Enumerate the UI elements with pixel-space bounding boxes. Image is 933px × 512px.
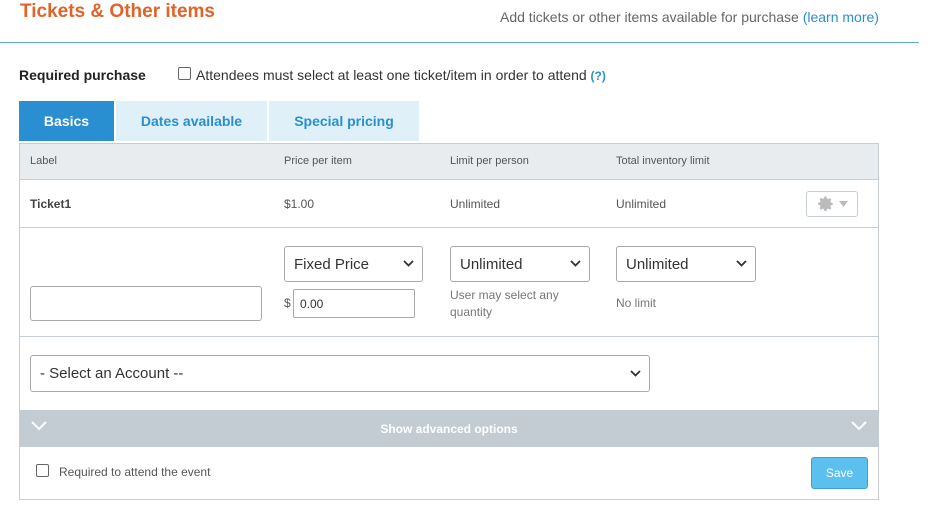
chevron-down-icon xyxy=(736,260,747,267)
tab-dates-available[interactable]: Dates available xyxy=(116,101,267,141)
advanced-options-toggle[interactable]: Show advanced options xyxy=(20,410,878,447)
save-button[interactable]: Save xyxy=(811,457,868,489)
inventory-hint: No limit xyxy=(616,296,657,310)
subtitle-text: Add tickets or other items available for… xyxy=(500,9,799,25)
page-subtitle: Add tickets or other items available for… xyxy=(500,9,879,25)
column-header-label: Label xyxy=(30,155,57,167)
ticket-inventory-cell: Unlimited xyxy=(616,197,667,211)
required-purchase-label: Required purchase xyxy=(19,67,146,83)
caret-down-icon xyxy=(838,201,848,207)
row-actions-button[interactable] xyxy=(806,191,858,217)
chevron-down-icon xyxy=(31,421,47,431)
limit-per-person-value: Unlimited xyxy=(460,255,523,273)
ticket-label-cell[interactable]: Ticket1 xyxy=(30,197,71,211)
chevron-down-icon xyxy=(630,369,641,377)
required-to-attend-label: Required to attend the event xyxy=(59,465,211,479)
ticket-limit-cell: Unlimited xyxy=(450,197,501,211)
price-input[interactable]: 0.00 xyxy=(293,289,415,318)
column-header-inventory: Total inventory limit xyxy=(616,155,710,167)
item-label-input[interactable] xyxy=(30,286,262,321)
chevron-down-icon xyxy=(403,260,414,267)
price-type-select[interactable]: Fixed Price xyxy=(284,246,423,282)
gear-icon xyxy=(817,196,833,212)
table-header-row xyxy=(20,144,878,180)
limit-hint: User may select any quantity xyxy=(450,288,559,319)
learn-more-link[interactable]: (learn more) xyxy=(803,9,879,25)
tab-basics[interactable]: Basics xyxy=(19,101,114,141)
page-title: Tickets & Other items xyxy=(20,1,216,22)
account-select[interactable]: - Select an Account -- xyxy=(30,355,650,392)
ticket-price-cell: $1.00 xyxy=(284,197,315,211)
help-link[interactable]: (?) xyxy=(591,69,606,83)
limit-per-person-select[interactable]: Unlimited xyxy=(450,246,590,282)
price-type-value: Fixed Price xyxy=(294,255,370,273)
column-header-limit: Limit per person xyxy=(450,155,529,167)
inventory-limit-select[interactable]: Unlimited xyxy=(616,246,756,282)
row-divider xyxy=(20,227,878,228)
currency-symbol: $ xyxy=(284,296,291,310)
tab-special-pricing[interactable]: Special pricing xyxy=(269,101,419,141)
required-purchase-text: Attendees must select at least one ticke… xyxy=(196,67,606,83)
header-divider xyxy=(0,42,919,43)
chevron-down-icon xyxy=(570,260,581,267)
account-select-value: - Select an Account -- xyxy=(40,365,184,382)
column-header-price: Price per item xyxy=(284,155,352,167)
required-purchase-description: Attendees must select at least one ticke… xyxy=(196,67,587,83)
form-divider xyxy=(20,336,878,337)
required-to-attend-checkbox[interactable] xyxy=(36,464,49,477)
chevron-down-icon xyxy=(851,421,867,431)
inventory-limit-value: Unlimited xyxy=(626,255,689,273)
required-purchase-checkbox[interactable] xyxy=(178,67,191,80)
